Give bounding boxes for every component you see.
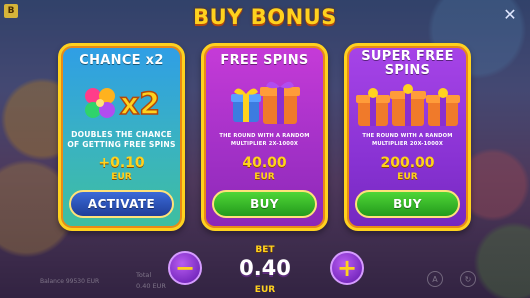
increase-bet-button[interactable]: + — [330, 251, 364, 285]
card-price: 40.00 — [242, 155, 287, 171]
card-description: DOUBLES THE CHANCE OF GETTING FREE SPINS — [67, 130, 176, 149]
card-super-free-spins: SUPER FREE SPINS THE ROUND WITH A RANDOM… — [344, 43, 471, 231]
card-description: THE ROUND WITH A RANDOM MULTIPLIER 2X-10… — [219, 133, 310, 147]
gift-boxes-icon — [204, 77, 325, 129]
buy-super-free-spins-button[interactable]: BUY — [355, 190, 460, 218]
card-price: 200.00 — [380, 155, 435, 171]
card-currency: EUR — [397, 172, 418, 182]
activate-button[interactable]: ACTIVATE — [69, 190, 174, 218]
svg-text:x2: x2 — [119, 87, 159, 122]
card-chance-x2: CHANCE x2 x2 DOUBLES THE CHANCE OF GETTI… — [58, 43, 185, 231]
buy-free-spins-button[interactable]: BUY — [212, 190, 317, 218]
card-description: THE ROUND WITH A RANDOM MULTIPLIER 20X-1… — [362, 133, 453, 147]
bet-currency: EUR — [254, 285, 276, 295]
bet-label: BET — [255, 245, 275, 255]
bet-value: 0.40 — [239, 256, 291, 280]
card-title: FREE SPINS — [220, 53, 309, 68]
card-price: +0.10 — [98, 155, 145, 171]
gift-boxes-icon — [347, 81, 468, 133]
card-currency: EUR — [111, 172, 132, 182]
modal-title: BUY BONUS — [193, 5, 337, 29]
card-title: SUPER FREE SPINS — [361, 49, 454, 78]
clover-x2-icon: x2 — [61, 77, 182, 129]
card-currency: EUR — [254, 172, 275, 182]
card-title: CHANCE x2 — [79, 53, 164, 68]
bonus-cards: CHANCE x2 x2 DOUBLES THE CHANCE OF GETTI… — [58, 43, 471, 231]
card-free-spins: FREE SPINS THE ROUND WITH A RANDOM MULTI… — [201, 43, 328, 231]
close-icon[interactable]: ✕ — [501, 5, 519, 24]
